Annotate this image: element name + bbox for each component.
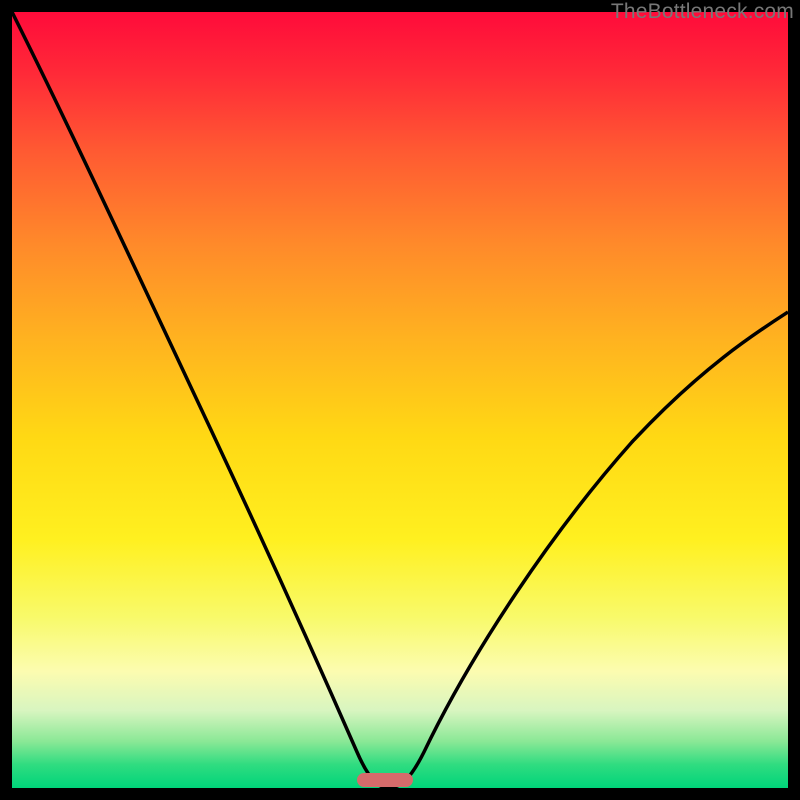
balance-marker [357,773,413,787]
bottleneck-curve [12,12,788,788]
curve-right-branch [388,312,788,788]
attribution-text: TheBottleneck.com [611,0,794,24]
curve-left-branch [12,12,388,788]
chart-frame [12,12,788,788]
